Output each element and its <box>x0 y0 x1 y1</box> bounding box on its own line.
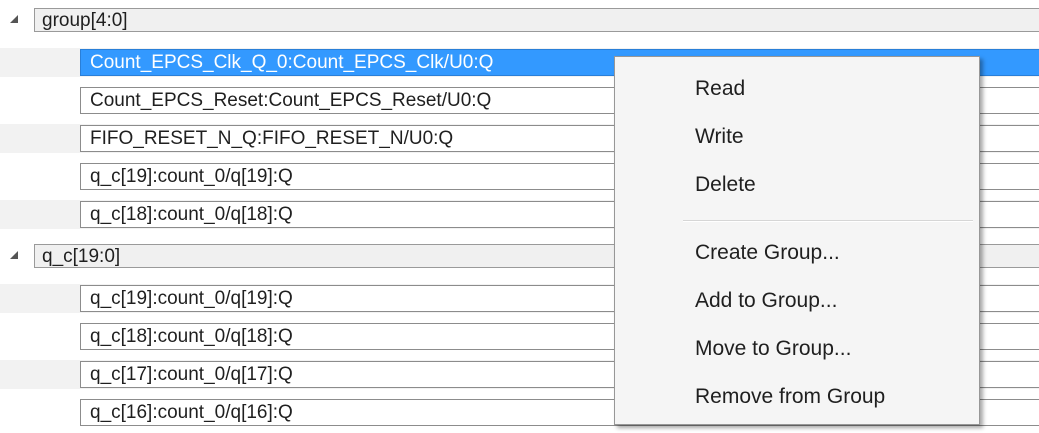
tree-group-row[interactable]: group[4:0] <box>0 6 1039 35</box>
signal-label: Count_EPCS_Reset:Count_EPCS_Reset/U0:Q <box>90 90 492 111</box>
signal-label: Count_EPCS_Clk_Q_0:Count_EPCS_Clk/U0:Q <box>90 52 494 73</box>
group-label: group[4:0] <box>42 10 128 31</box>
menu-separator <box>683 220 973 222</box>
signal-label: q_c[18]:count_0/q[18]:Q <box>90 326 293 347</box>
signal-label: q_c[19]:count_0/q[19]:Q <box>90 288 293 309</box>
menu-item-label: Remove from Group <box>695 385 886 408</box>
signal-label: FIFO_RESET_N_Q:FIFO_RESET_N/U0:Q <box>90 128 454 149</box>
menu-item-label: Create Group... <box>695 241 840 264</box>
signal-label: q_c[19]:count_0/q[19]:Q <box>90 166 293 187</box>
menu-item-remove-from-group[interactable]: Remove from Group <box>615 375 979 419</box>
menu-item-label: Add to Group... <box>695 289 838 312</box>
menu-item-label: Read <box>695 77 746 100</box>
menu-item-write[interactable]: Write <box>615 115 979 159</box>
expand-triangle-icon[interactable] <box>10 15 18 23</box>
signal-label: q_c[16]:count_0/q[16]:Q <box>90 402 293 423</box>
menu-item-create-group[interactable]: Create Group... <box>615 231 979 275</box>
signal-label: q_c[17]:count_0/q[17]:Q <box>90 364 293 385</box>
menu-item-read[interactable]: Read <box>615 67 979 111</box>
group-header-box <box>34 8 1039 32</box>
menu-item-delete[interactable]: Delete <box>615 163 979 207</box>
group-label: q_c[19:0] <box>42 246 121 267</box>
menu-item-label: Write <box>695 125 744 148</box>
menu-item-add-to-group[interactable]: Add to Group... <box>615 279 979 323</box>
signal-label: q_c[18]:count_0/q[18]:Q <box>90 204 293 225</box>
expand-triangle-icon[interactable] <box>10 251 18 259</box>
menu-item-move-to-group[interactable]: Move to Group... <box>615 327 979 371</box>
menu-item-label: Delete <box>695 173 756 196</box>
context-menu: Read Write Delete Create Group... Add to… <box>614 56 980 425</box>
menu-item-label: Move to Group... <box>695 337 852 360</box>
